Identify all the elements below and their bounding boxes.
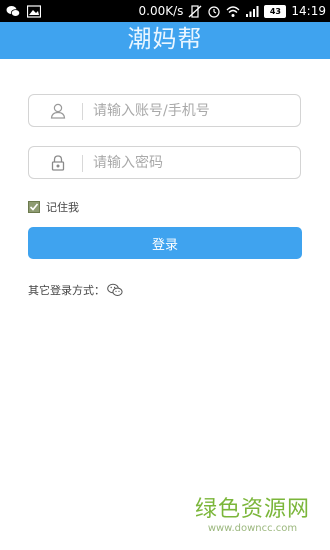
other-login-row: 其它登录方式： [28, 282, 123, 298]
network-speed: 0.00K/s [138, 4, 184, 18]
password-input[interactable] [93, 153, 293, 173]
password-field-divider [82, 155, 83, 172]
battery-indicator: 43 [264, 4, 287, 18]
user-icon [50, 103, 66, 119]
account-field[interactable] [28, 94, 301, 127]
vibrate-off-icon [188, 4, 202, 18]
app-header: 潮妈帮 [0, 22, 330, 59]
check-icon [29, 202, 39, 211]
wifi-icon [226, 5, 240, 17]
account-field-divider [82, 103, 83, 120]
watermark: 绿色资源网 www.downcc.com [195, 497, 310, 535]
remember-me-toggle[interactable]: 记住我 [28, 199, 79, 214]
clock: 14:19 [291, 4, 326, 18]
wechat-notification-icon [6, 5, 20, 17]
account-input[interactable] [93, 101, 293, 121]
wechat-icon[interactable] [107, 283, 123, 297]
image-notification-icon [27, 4, 41, 18]
status-bar-left [6, 3, 41, 19]
other-login-label: 其它登录方式： [28, 284, 105, 297]
remember-me-label: 记住我 [46, 200, 79, 214]
watermark-url: www.downcc.com [207, 523, 298, 534]
alarm-icon [208, 5, 221, 18]
login-button[interactable]: 登录 [28, 227, 302, 259]
lock-icon [51, 155, 65, 171]
signal-icon [246, 5, 259, 17]
watermark-title: 绿色资源网 [194, 497, 310, 522]
remember-me-checkbox[interactable] [28, 200, 40, 213]
password-field[interactable] [28, 146, 301, 179]
app-title: 潮妈帮 [127, 25, 203, 53]
